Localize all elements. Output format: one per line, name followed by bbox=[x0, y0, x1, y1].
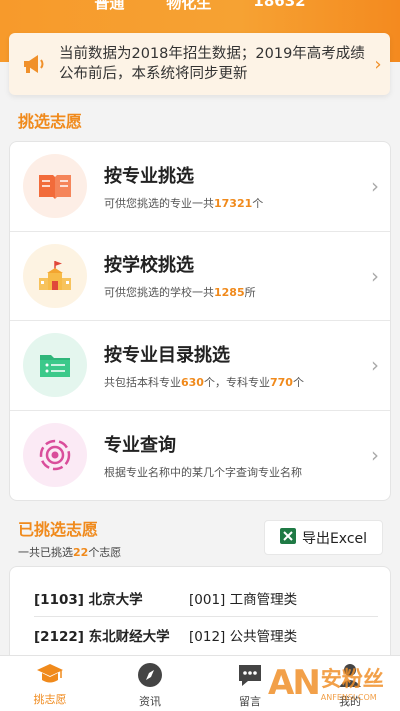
speaker-icon bbox=[9, 53, 59, 75]
selected-count: 一共已挑选22个志愿 bbox=[18, 546, 122, 559]
folder-icon bbox=[23, 333, 87, 398]
rank-value: 18632 bbox=[253, 0, 306, 10]
option-by-school[interactable]: 按学校挑选 可供您挑选的学校一共1285所 › bbox=[10, 232, 390, 321]
section-title-pick: 挑选志愿 bbox=[18, 112, 83, 131]
chat-icon bbox=[236, 662, 264, 691]
option-by-catalog[interactable]: 按专业目录挑选 共包括本科专业630个，专科专业770个 › bbox=[10, 321, 390, 411]
target-icon bbox=[23, 423, 87, 488]
export-label: 导出Excel bbox=[301, 530, 368, 547]
chevron-right-icon: › bbox=[371, 443, 379, 468]
option-title: 专业查询 bbox=[104, 434, 176, 456]
option-title: 按学校挑选 bbox=[104, 255, 194, 277]
major-name: [012] 公共管理类 bbox=[189, 628, 298, 645]
chevron-right-icon: › bbox=[371, 174, 379, 199]
tab-news[interactable]: 资讯 bbox=[100, 656, 200, 711]
score-summary: 普通 物化生 18632 bbox=[0, 0, 400, 13]
chevron-right-icon: › bbox=[374, 53, 382, 75]
school-icon bbox=[23, 243, 87, 308]
tab-label: 挑志愿 bbox=[33, 693, 67, 706]
list-item[interactable]: [1103] 北京大学 [001] 工商管理类 bbox=[34, 579, 378, 616]
book-icon bbox=[23, 154, 87, 219]
option-desc: 根据专业名称中的某几个字查询专业名称 bbox=[104, 465, 302, 479]
tab-label: 留言 bbox=[239, 695, 261, 708]
option-major-search[interactable]: 专业查询 根据专业名称中的某几个字查询专业名称 › bbox=[10, 411, 390, 501]
school-name: [1103] 北京大学 bbox=[34, 591, 143, 608]
selected-header: 已挑选志愿 一共已挑选22个志愿 bbox=[18, 516, 121, 560]
option-by-major[interactable]: 按专业挑选 可供您挑选的专业一共17321个 › bbox=[10, 142, 390, 232]
watermark-logo: AN 安粉丝 ANFENSI.COM bbox=[268, 654, 400, 711]
exam-type: 普通 bbox=[94, 0, 125, 12]
chevron-right-icon: › bbox=[371, 263, 379, 288]
option-desc: 共包括本科专业630个，专科专业770个 bbox=[104, 375, 304, 389]
notice-text: 当前数据为2018年招生数据；2019年高考成绩公布前后，本系统将同步更新 bbox=[59, 46, 365, 82]
selected-list: [1103] 北京大学 [001] 工商管理类 [2122] 东北财经大学 [0… bbox=[9, 566, 391, 666]
major-name: [001] 工商管理类 bbox=[189, 591, 298, 608]
watermark-text: 安粉丝 bbox=[320, 667, 384, 691]
option-title: 按专业目录挑选 bbox=[104, 344, 230, 366]
option-desc: 可供您挑选的专业一共17321个 bbox=[104, 196, 264, 210]
school-name: [2122] 东北财经大学 bbox=[34, 628, 170, 645]
watermark-letters: AN bbox=[268, 662, 321, 703]
excel-icon bbox=[279, 527, 296, 549]
export-excel-button[interactable]: 导出Excel bbox=[264, 520, 383, 555]
selected-title: 已挑选志愿 bbox=[18, 520, 99, 539]
graduation-cap-icon bbox=[36, 662, 64, 689]
pick-options-card: 按专业挑选 可供您挑选的专业一共17321个 › 按学校挑选 可供您挑选的学校一… bbox=[9, 141, 391, 501]
subject-combo: 物化生 bbox=[166, 0, 212, 12]
chevron-right-icon: › bbox=[371, 353, 379, 378]
option-desc: 可供您挑选的学校一共1285所 bbox=[104, 286, 256, 300]
compass-icon bbox=[137, 662, 163, 691]
watermark-url: ANFENSI.COM bbox=[320, 693, 377, 702]
list-item[interactable]: [2122] 东北财经大学 [012] 公共管理类 bbox=[34, 616, 378, 653]
tab-pick[interactable]: 挑志愿 bbox=[0, 656, 100, 711]
tab-label: 资讯 bbox=[139, 695, 161, 708]
notice-bar[interactable]: 当前数据为2018年招生数据；2019年高考成绩公布前后，本系统将同步更新 › bbox=[9, 33, 390, 95]
option-title: 按专业挑选 bbox=[104, 165, 194, 187]
